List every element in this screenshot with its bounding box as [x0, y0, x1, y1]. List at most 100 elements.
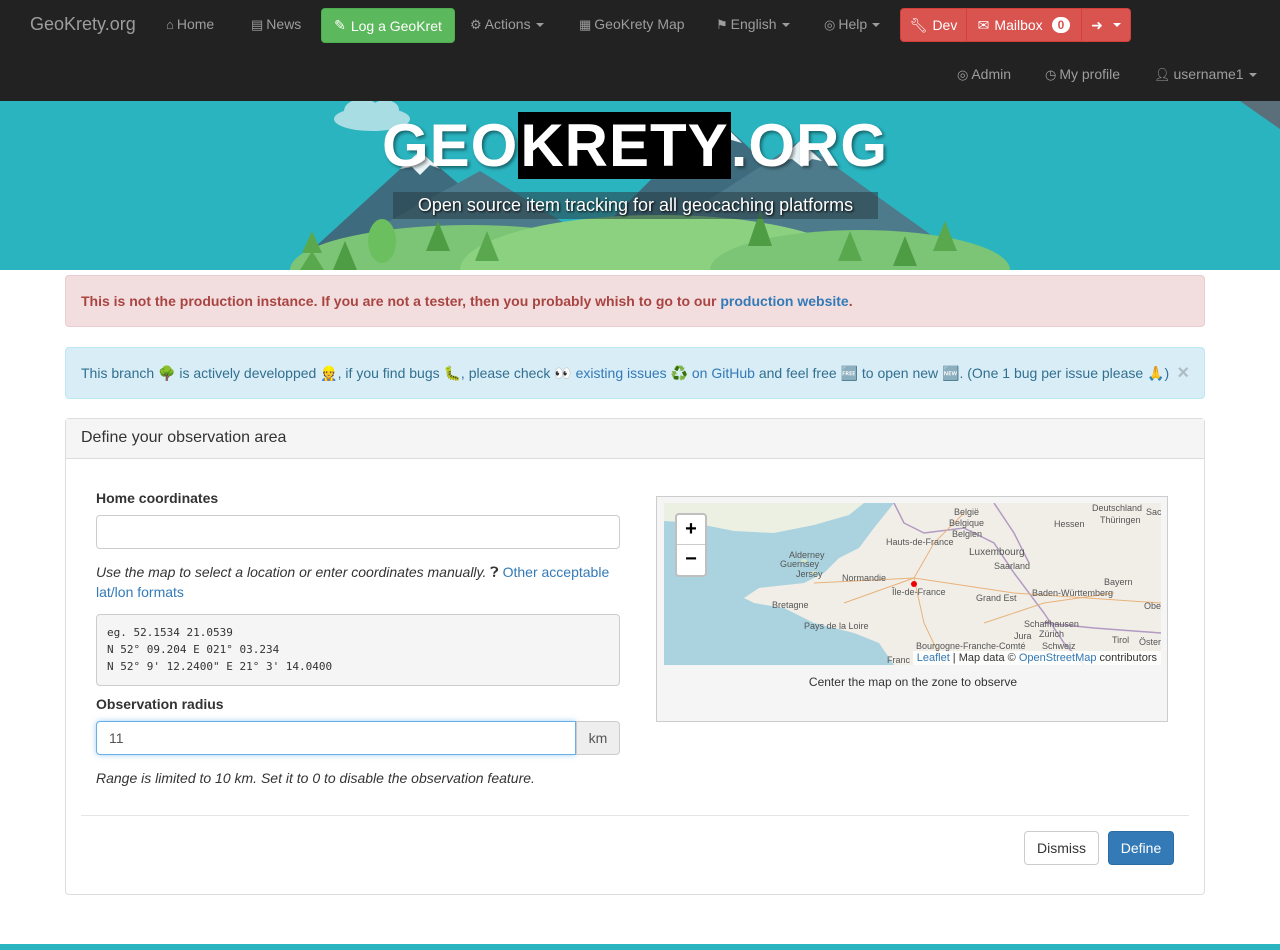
navbar: GeoKrety.org ⌂ Home ▤ News ✎ Log a GeoKret… [0, 0, 1280, 101]
existing-issues-link[interactable]: existing issues ♻️ on GitHub [576, 365, 755, 381]
nav-news[interactable]: ▤ News [251, 16, 301, 33]
envelope-icon: ✉ [977, 16, 990, 33]
nav-language-dropdown[interactable]: ⚑ English [716, 16, 790, 33]
coordinates-help-text: Use the map to select a location or ente… [96, 564, 487, 580]
site-logo-title: GEOKRETY.ORG [0, 111, 1270, 180]
example-line: eg. 52.1534 21.0539 [107, 626, 233, 639]
svg-text:Thüringen: Thüringen [1100, 515, 1141, 525]
dev-button[interactable]: 🔧︎ Dev [900, 8, 967, 42]
example-line: N 52° 9' 12.2400" E 21° 3' 14.0400 [107, 660, 333, 673]
nav-actions-dropdown[interactable]: ⚙ Actions [470, 16, 544, 33]
nav-map[interactable]: ▦ GeoKrety Map [579, 16, 685, 33]
home-coordinates-input[interactable] [96, 515, 620, 549]
log-geokret-label: Log a GeoKret [350, 17, 442, 34]
svg-text:Saarland: Saarland [994, 561, 1030, 571]
user-icon: 👤︎ [1154, 67, 1171, 82]
nav-map-label: GeoKrety Map [594, 16, 685, 32]
leaflet-link[interactable]: Leaflet [917, 652, 950, 664]
svg-text:Schweiz: Schweiz [1042, 641, 1076, 651]
nav-news-label: News [266, 16, 302, 32]
svg-text:Sac: Sac [1146, 507, 1161, 517]
logo-part-krety: KRETY [518, 112, 731, 179]
mailbox-button[interactable]: ✉ Mailbox 0 [966, 8, 1082, 42]
attribution-text-end: contributors [1096, 652, 1157, 664]
svg-text:Luxembourg: Luxembourg [969, 547, 1025, 558]
footer-bar [0, 944, 1280, 950]
nav-help-label: Help [838, 16, 868, 32]
branch-info-text-end: and feel free 🆓 to open new 🆕. (One 1 bu… [754, 365, 1170, 381]
nav-admin[interactable]: ◎ Admin [957, 66, 1011, 83]
production-website-link[interactable]: production website [720, 293, 848, 309]
home-icon: ⌂ [166, 17, 174, 32]
nav-user-dropdown[interactable]: 👤︎ username1 [1154, 66, 1257, 83]
svg-text:Pays de la Loire: Pays de la Loire [804, 621, 869, 631]
production-warning-suffix: . [848, 293, 853, 309]
caret-down-icon [1248, 73, 1257, 78]
caret-down-icon [535, 23, 544, 28]
svg-text:Île-de-France: Île-de-France [891, 587, 946, 597]
question-circle-icon: ❓︎ [490, 564, 499, 580]
openstreetmap-link[interactable]: OpenStreetMap [1019, 652, 1097, 664]
map-caption: Center the map on the zone to observe [808, 675, 1018, 689]
divider [81, 815, 1189, 816]
header-banner: GEOKRETY.ORG Open source item tracking f… [0, 101, 1280, 270]
life-ring-icon: ◎ [957, 67, 969, 82]
close-alert-button[interactable]: × [1177, 362, 1189, 385]
dismiss-button[interactable]: Dismiss [1024, 831, 1099, 865]
observation-radius-input[interactable] [96, 721, 576, 755]
svg-text:Guernsey: Guernsey [780, 559, 820, 569]
svg-text:Obe: Obe [1144, 601, 1161, 611]
map-attribution: Leaflet | Map data © OpenStreetMap contr… [912, 651, 1161, 665]
observation-map[interactable]: Deutschland België Belgique Belgien Hess… [664, 503, 1161, 665]
svg-text:Öster: Öster [1139, 637, 1161, 647]
clock-icon: ◷ [1045, 67, 1057, 82]
nav-my-profile[interactable]: ◷ My profile [1045, 66, 1120, 83]
logo-part-geo: GEO [381, 112, 519, 179]
map-container: Deutschland België Belgique Belgien Hess… [656, 496, 1168, 722]
map-tiles: Deutschland België Belgique Belgien Hess… [664, 503, 1161, 665]
nav-actions-label: Actions [484, 16, 531, 32]
log-geokret-button[interactable]: ✎ Log a GeoKret [321, 8, 455, 43]
zoom-out-button[interactable]: − [677, 545, 705, 575]
production-warning-alert: This is not the production instance. If … [65, 275, 1205, 327]
nav-home-label: Home [176, 16, 215, 32]
observation-radius-label: Observation radius [96, 696, 224, 712]
svg-text:Hauts-de-France: Hauts-de-France [886, 537, 954, 547]
nav-home[interactable]: ⌂ Home [166, 16, 214, 32]
pencil-icon: ✎ [334, 17, 346, 33]
branch-info-alert: This branch 🌳 is actively developped 👷, … [65, 347, 1205, 399]
life-ring-icon: ◎ [824, 17, 836, 32]
panel-title: Define your observation area [66, 419, 1204, 459]
svg-text:Bayern: Bayern [1104, 577, 1133, 587]
nav-admin-label: Admin [971, 66, 1012, 82]
attribution-text: | Map data © [949, 652, 1019, 664]
sign-in-icon: ➜ [1091, 16, 1103, 33]
svg-text:Grand Est: Grand Est [976, 593, 1017, 603]
nav-help-dropdown[interactable]: ◎ Help [824, 16, 881, 33]
login-dropdown-button[interactable]: ➜ [1081, 8, 1131, 42]
coordinate-examples: eg. 52.1534 21.0539 N 52° 09.204 E 021° … [96, 614, 620, 686]
svg-text:Jersey: Jersey [796, 569, 823, 579]
zoom-in-button[interactable]: + [677, 515, 705, 545]
production-warning-text: This is not the production instance. If … [81, 293, 721, 309]
caret-down-icon [781, 23, 790, 28]
caret-down-icon [872, 23, 881, 28]
svg-text:Franc: Franc [887, 655, 911, 665]
home-coordinates-label: Home coordinates [96, 490, 219, 506]
newspaper-icon: ▤ [251, 17, 264, 32]
svg-text:Normandie: Normandie [842, 573, 886, 583]
wrench-icon: 🔧︎ [909, 16, 928, 33]
site-tagline: Open source item tracking for all geocac… [393, 192, 878, 219]
svg-text:Belgien: Belgien [952, 529, 982, 539]
svg-text:Baden-Württemberg: Baden-Württemberg [1032, 588, 1113, 598]
brand-link[interactable]: GeoKrety.org [30, 14, 136, 35]
coordinates-help: Use the map to select a location or ente… [96, 562, 626, 602]
define-button[interactable]: Define [1108, 831, 1174, 865]
dev-label: Dev [932, 17, 958, 33]
svg-text:Schaffhausen: Schaffhausen [1024, 619, 1079, 629]
branch-info-text: This branch 🌳 is actively developped 👷, … [81, 365, 576, 381]
svg-text:Belgique: Belgique [949, 518, 984, 528]
dev-button-group: 🔧︎ Dev ✉ Mailbox 0 ➜ [900, 8, 1131, 42]
language-icon: ⚑ [716, 17, 728, 32]
svg-text:Bourgogne-Franche-Comté: Bourgogne-Franche-Comté [916, 641, 1026, 651]
